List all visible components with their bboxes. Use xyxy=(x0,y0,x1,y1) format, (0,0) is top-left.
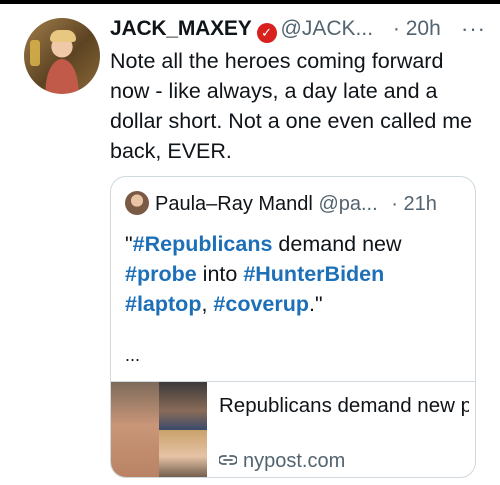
quoted-author-name: Paula–Ray Mandl xyxy=(155,193,313,215)
quote-text-4: , xyxy=(201,292,214,316)
link-domain-text: nypost.com xyxy=(243,450,346,472)
quoted-tweet-header: Paula–Ray Mandl @pa... · 21h xyxy=(125,191,465,217)
quoted-author-avatar xyxy=(125,191,149,215)
author-name[interactable]: JACK_MAXEY xyxy=(110,17,252,40)
author-handle[interactable]: @JACK... xyxy=(281,17,374,40)
more-options-icon[interactable]: ··· xyxy=(461,14,486,44)
hashtag-hunterbiden[interactable]: #HunterBiden xyxy=(243,262,384,286)
author-avatar[interactable] xyxy=(24,18,100,94)
link-card-thumbnail xyxy=(111,382,207,477)
thumbnail-photo-3 xyxy=(159,430,207,477)
hashtag-probe[interactable]: #probe xyxy=(125,262,197,286)
hashtag-coverup[interactable]: #coverup xyxy=(213,292,309,316)
tweet-header: JACK_MAXEY ✓ @JACK... · 20h ··· xyxy=(110,14,490,44)
quoted-text-ellipsis: ... xyxy=(125,345,141,365)
link-card-title: Republicans demand new probe into Hunter… xyxy=(219,394,469,417)
thumbnail-photo-2 xyxy=(159,382,207,430)
link-card-domain: nypost.com xyxy=(218,450,346,473)
hashtag-laptop[interactable]: #laptop xyxy=(125,292,201,316)
avatar-hair xyxy=(50,30,76,42)
quoted-author-handle: @pa... xyxy=(318,193,378,215)
link-card[interactable]: Republicans demand new probe into Hunter… xyxy=(111,381,475,477)
tweet-text: Note all the heroes coming forward now -… xyxy=(110,49,473,163)
link-icon xyxy=(218,450,238,473)
verified-badge-icon: ✓ xyxy=(256,23,277,43)
quote-text-2: into xyxy=(196,262,244,286)
quoted-tweet-text: "#Republicans demand new #probe into #Hu… xyxy=(125,229,455,319)
quote-text-1: demand new xyxy=(272,232,402,256)
time-separator: · xyxy=(392,17,400,40)
quoted-time-separator: · xyxy=(391,193,398,215)
hashtag-republicans[interactable]: #Republicans xyxy=(133,232,273,256)
quote-open: " xyxy=(125,232,133,256)
quote-close: ." xyxy=(309,292,323,316)
thumbnail-photo-1 xyxy=(111,382,159,477)
tweet-time[interactable]: 20h xyxy=(406,17,441,40)
top-edge-bar xyxy=(0,0,500,4)
quoted-tweet-time: 21h xyxy=(403,193,437,215)
quoted-tweet[interactable]: Paula–Ray Mandl @pa... · 21h "#Republica… xyxy=(110,176,476,478)
avatar-glass xyxy=(30,40,40,66)
